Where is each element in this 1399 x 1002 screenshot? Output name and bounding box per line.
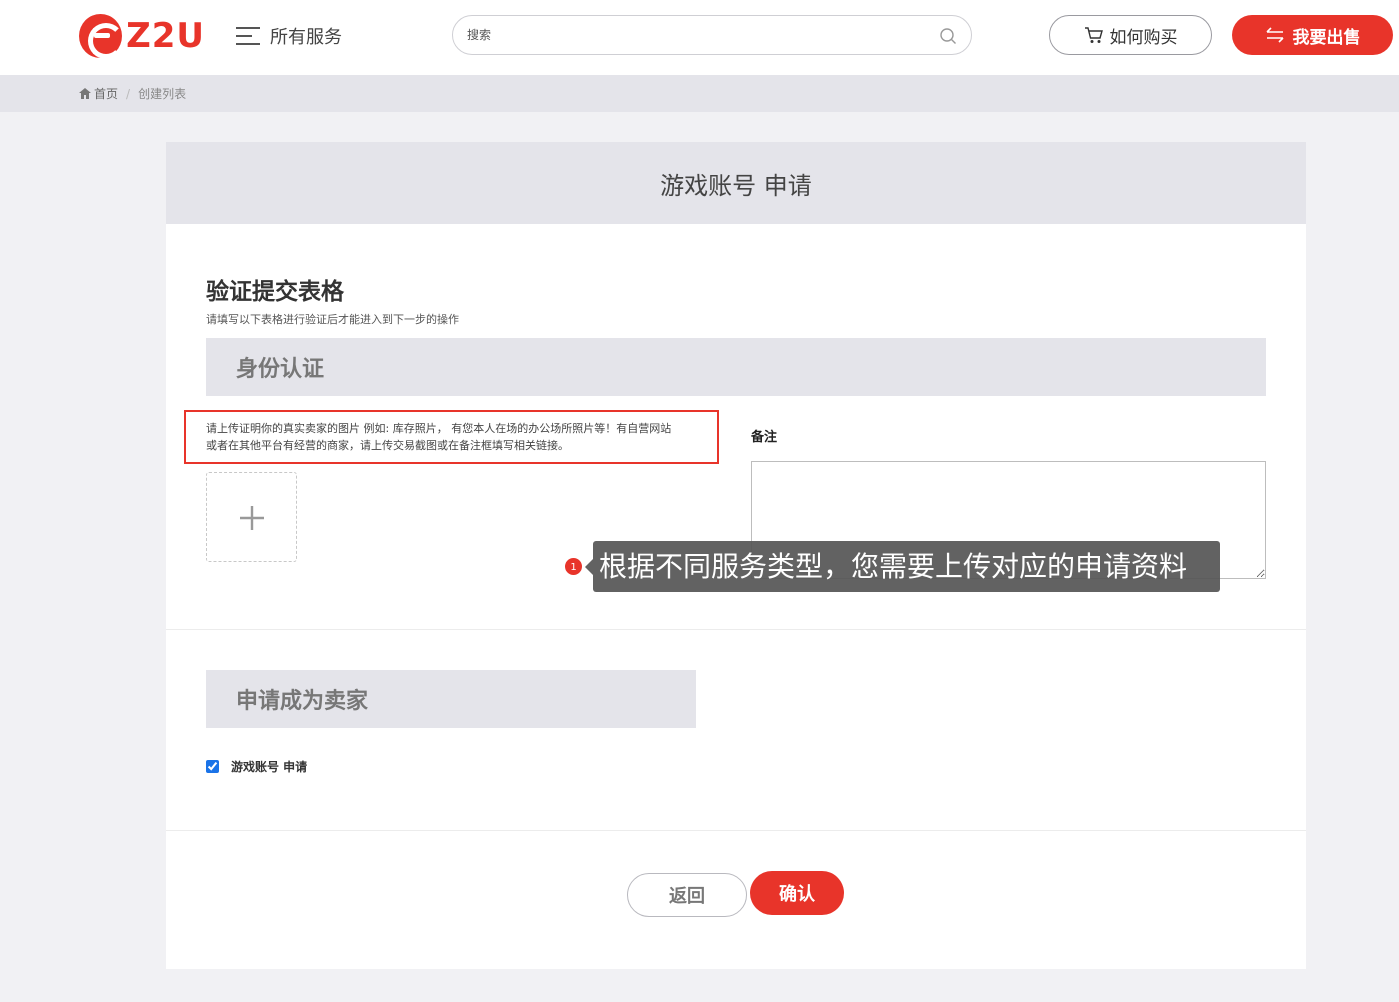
breadcrumb-current: 创建列表 <box>138 87 187 101</box>
breadcrumb-separator: / <box>126 86 131 101</box>
breadcrumb-bar: 首页 / 创建列表 <box>0 75 1399 112</box>
footer-divider <box>166 830 1306 831</box>
how-to-buy-label: 如何购买 <box>1109 27 1178 48</box>
remark-label: 备注 <box>751 430 778 445</box>
search-input[interactable] <box>467 25 927 45</box>
card-header: 游戏账号 申请 <box>166 142 1306 224</box>
identity-section-header: 身份认证 <box>206 338 1266 396</box>
home-icon <box>79 88 91 99</box>
z2u-logo[interactable]: Z2U <box>79 13 205 59</box>
all-services-label: 所有服务 <box>270 27 342 48</box>
confirm-button[interactable]: 确认 <box>750 871 844 915</box>
game-account-application-label: 游戏账号 申请 <box>231 760 308 774</box>
search-box <box>452 15 972 55</box>
identity-section-title: 身份认证 <box>236 357 325 382</box>
guide-tooltip: 根据不同服务类型，您需要上传对应的申请资料 <box>585 541 1220 592</box>
cart-icon <box>1084 27 1103 43</box>
seller-section-title: 申请成为卖家 <box>236 689 369 714</box>
upload-hint-box: 请上传证明你的真实卖家的图片 例如: 库存照片， 有您本人在场的办公场所照片等！… <box>184 410 719 464</box>
game-account-application-option[interactable]: 游戏账号 申请 <box>206 758 307 775</box>
image-upload-button[interactable] <box>206 472 297 562</box>
breadcrumb-home[interactable]: 首页 <box>94 85 118 102</box>
sell-button[interactable]: 我要出售 <box>1232 15 1393 55</box>
upload-hint-line-2: 或者在其他平台有经营的商家，请上传交易截图或在备注框填写相关链接。 <box>206 439 569 452</box>
sell-label: 我要出售 <box>1292 27 1361 48</box>
upload-hint-line-1: 请上传证明你的真实卖家的图片 例如: 库存照片， 有您本人在场的办公场所照片等！… <box>206 422 672 435</box>
back-button[interactable]: 返回 <box>627 873 747 917</box>
page-title: 游戏账号 申请 <box>660 171 812 200</box>
how-to-buy-button[interactable]: 如何购买 <box>1049 15 1212 55</box>
search-icon[interactable] <box>939 27 957 45</box>
all-services-menu[interactable]: 所有服务 <box>236 22 342 50</box>
game-account-application-checkbox[interactable] <box>206 760 219 773</box>
breadcrumb: 首页 / 创建列表 <box>79 85 186 102</box>
menu-icon <box>236 26 260 46</box>
seller-section-header: 申请成为卖家 <box>206 670 696 728</box>
swap-arrows-icon <box>1265 27 1284 43</box>
guide-step-badge: 1 <box>564 557 583 576</box>
form-subtitle: 请填写以下表格进行验证后才能进入到下一步的操作 <box>206 313 459 326</box>
top-navigation-bar: Z2U 所有服务 如何购买 我要出售 <box>0 0 1399 75</box>
plus-icon <box>240 506 264 530</box>
logo-mark-icon <box>79 14 125 59</box>
form-title: 验证提交表格 <box>206 279 344 305</box>
section-divider <box>166 629 1306 630</box>
logo-text: Z2U <box>126 16 205 56</box>
